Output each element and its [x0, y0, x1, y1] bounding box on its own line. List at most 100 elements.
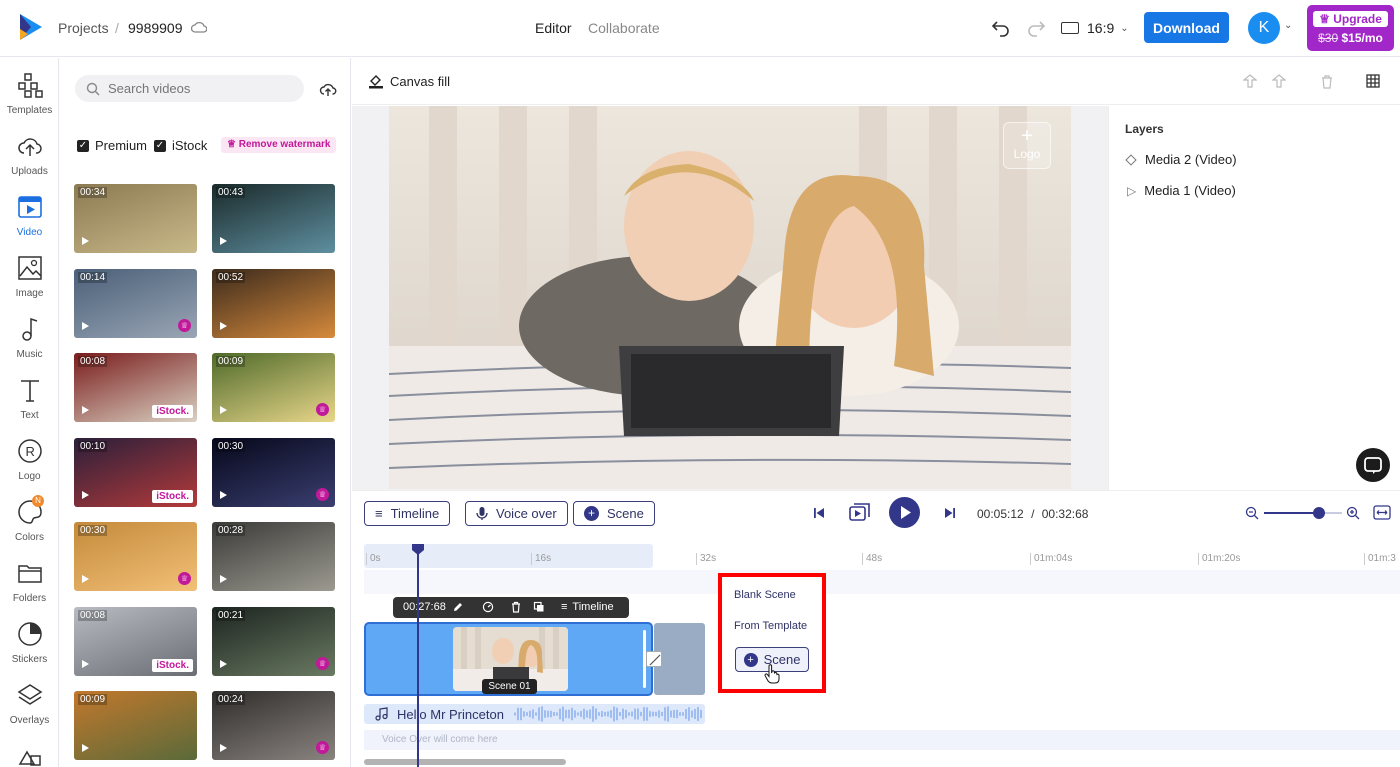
preview-scene-icon[interactable] [849, 503, 871, 523]
trash-icon[interactable] [1320, 74, 1334, 89]
video-thumbnail[interactable]: 00:28 [212, 522, 335, 591]
playhead-handle-icon[interactable] [412, 544, 424, 555]
timeline-button[interactable]: ≡ Timeline [364, 501, 451, 526]
nav-label: Stickers [11, 654, 48, 665]
layer-item-media-1[interactable]: ▷ Media 1 (Video) [1127, 183, 1236, 198]
zoom-in-icon[interactable] [1346, 506, 1360, 520]
timeline-label: Timeline [390, 506, 440, 521]
canvas-toolbar: Canvas fill [352, 58, 1400, 105]
logo-placeholder[interactable]: + Logo [1003, 122, 1051, 169]
skip-forward-icon[interactable] [944, 507, 956, 519]
speed-icon[interactable] [482, 601, 494, 613]
clip-timeline-button[interactable]: ≡ Timeline [561, 601, 614, 613]
clip-duration[interactable]: 00:27:68 [403, 601, 446, 613]
aspect-ratio-selector[interactable]: 16:9 ⌄ [1061, 20, 1129, 36]
send-backward-icon[interactable] [1272, 74, 1286, 88]
search-box[interactable] [75, 75, 304, 102]
video-preview[interactable] [389, 106, 1071, 489]
video-thumbnail[interactable]: 00:08 iStock. [74, 606, 197, 676]
upgrade-label: Upgrade [1333, 12, 1382, 26]
checkbox-checked-icon: ✓ [154, 139, 166, 152]
nav-text[interactable]: Text [0, 363, 59, 423]
istock-badge: iStock. [152, 658, 193, 672]
add-scene-button[interactable]: + Scene [573, 501, 655, 526]
zoom-out-icon[interactable] [1245, 506, 1259, 520]
new-badge: N [32, 495, 44, 507]
remove-watermark-button[interactable]: ♕ Remove watermark [221, 137, 337, 153]
play-icon [82, 490, 89, 499]
bring-forward-icon[interactable] [1243, 74, 1257, 88]
video-thumbnail[interactable]: 00:09 ♕ [212, 353, 335, 422]
timeline-scrollbar[interactable] [364, 759, 566, 765]
delete-icon[interactable] [510, 601, 522, 613]
premium-crown-icon: ♕ [316, 487, 329, 501]
timeline-ruler[interactable]: 0s 16s 32s 48s 01m:04s 01m:20s 01m:3 [364, 544, 1400, 568]
upgrade-button[interactable]: ♕ Upgrade $30 $15/mo [1307, 5, 1394, 51]
video-thumbnail[interactable]: 00:52 [212, 268, 335, 338]
video-duration: 00:08 [78, 609, 108, 621]
video-thumbnail[interactable]: 00:09 [74, 691, 197, 760]
video-icon [17, 196, 42, 218]
ruler-active-range [364, 544, 653, 568]
shapes-icon[interactable] [17, 748, 43, 766]
transition-button[interactable] [646, 651, 662, 667]
canvas-fill-button[interactable]: Canvas fill [368, 73, 450, 89]
voice-over-button[interactable]: Voice over [465, 501, 568, 526]
premium-filter[interactable]: ✓ Premium [77, 138, 147, 153]
nav-image[interactable]: Image [0, 241, 59, 301]
video-thumbnail[interactable]: 00:14 ♕ [74, 268, 197, 338]
upload-cloud-icon [17, 138, 42, 156]
blank-scene-option[interactable]: Blank Scene [734, 589, 796, 601]
layer-item-media-2[interactable]: Media 2 (Video) [1125, 152, 1237, 167]
video-thumbnail[interactable]: 00:10 iStock. [74, 437, 197, 507]
play-icon [220, 490, 227, 499]
plus-circle-icon: + [584, 506, 599, 521]
from-template-option[interactable]: From Template [734, 620, 807, 632]
video-thumbnail[interactable]: 00:24 ♕ [212, 691, 335, 760]
upload-cloud-icon[interactable] [319, 81, 337, 97]
nav-video[interactable]: Video [0, 180, 59, 240]
nav-logo[interactable]: R Logo [0, 424, 59, 484]
fit-timeline-icon[interactable] [1373, 505, 1391, 520]
video-thumbnail[interactable]: 00:30 ♕ [212, 437, 335, 507]
nav-stickers[interactable]: Stickers [0, 607, 59, 667]
app-logo-icon[interactable] [16, 12, 44, 42]
nav-uploads[interactable]: Uploads [0, 119, 59, 179]
avatar[interactable]: K [1248, 12, 1280, 44]
undo-icon[interactable] [987, 14, 1015, 42]
play-button[interactable] [889, 497, 920, 528]
download-button[interactable]: Download [1144, 12, 1229, 43]
grid-icon[interactable] [1366, 74, 1380, 88]
edit-pencil-icon[interactable] [452, 601, 464, 613]
project-name[interactable]: 9989909 [128, 20, 183, 36]
svg-text:R: R [25, 444, 34, 459]
nav-templates[interactable]: Templates [0, 58, 59, 118]
templates-icon [17, 73, 43, 98]
zoom-slider-handle[interactable] [1312, 507, 1325, 519]
video-thumbnail[interactable]: 00:30 ♕ [74, 522, 197, 591]
nav-music[interactable]: Music [0, 302, 59, 362]
tab-editor[interactable]: Editor [535, 20, 572, 36]
istock-filter[interactable]: ✓ iStock [154, 138, 207, 153]
breadcrumb-projects[interactable]: Projects [58, 20, 109, 36]
redo-icon[interactable] [1022, 14, 1050, 42]
nav-folders[interactable]: Folders [0, 546, 59, 606]
video-thumbnail[interactable]: 00:08 iStock. [74, 353, 197, 422]
nav-colors[interactable]: N Colors [0, 485, 59, 545]
voice-over-track[interactable]: Voice Over will come here [364, 730, 1400, 750]
audio-track-clip[interactable]: Hello Mr Princeton [364, 704, 705, 724]
video-thumbnail[interactable]: 00:34 [74, 184, 197, 253]
skip-back-icon[interactable] [813, 507, 825, 519]
chat-support-button[interactable] [1356, 448, 1390, 482]
video-thumbnail[interactable]: 00:43 [212, 184, 335, 253]
account-chevron-icon[interactable]: ⌄ [1284, 20, 1292, 31]
ruler-tick: 0s [366, 553, 381, 565]
search-input[interactable] [108, 81, 288, 96]
duplicate-icon[interactable] [533, 601, 545, 613]
nav-overlays[interactable]: Overlays [0, 668, 59, 728]
overlay-track[interactable] [364, 570, 1400, 594]
zoom-slider[interactable] [1264, 507, 1342, 519]
video-thumbnail[interactable]: 00:21 ♕ [212, 606, 335, 676]
playhead[interactable] [417, 548, 419, 767]
tab-collaborate[interactable]: Collaborate [588, 20, 660, 36]
